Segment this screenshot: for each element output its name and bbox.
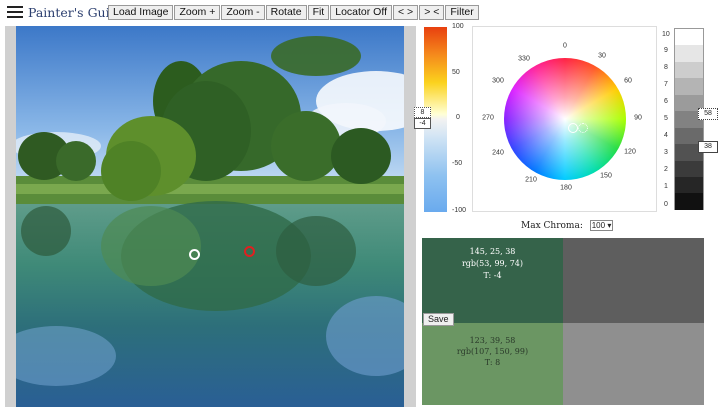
gray-marker-secondary[interactable]: 58: [698, 108, 718, 120]
primary-color-swatch: 145, 25, 38 rgb(53, 99, 74) T: -4: [422, 238, 563, 323]
hue-wheel[interactable]: [504, 58, 626, 180]
secondary-gray-swatch: [563, 323, 704, 405]
gray-scale-label: 1: [664, 183, 668, 190]
wheel-locator-primary[interactable]: [568, 123, 578, 133]
toolbar: Load Image Zoom + Zoom - Rotate Fit Loca…: [108, 5, 480, 20]
zoom-out-button[interactable]: Zoom -: [221, 5, 265, 20]
gray-scale-label: 8: [664, 64, 668, 71]
hue-angle-label: 150: [600, 172, 612, 180]
hue-angle-label: 0: [563, 42, 567, 50]
wheel-locator-secondary[interactable]: [578, 123, 588, 133]
filter-button[interactable]: Filter: [445, 5, 479, 20]
gray-scale-label: 10: [662, 31, 670, 38]
hue-angle-label: 90: [634, 114, 642, 122]
rotate-button[interactable]: Rotate: [265, 5, 307, 20]
secondary-tone-value: T: 8: [484, 358, 501, 367]
locator-marker-primary[interactable]: [189, 249, 200, 260]
expand-button[interactable]: < >: [393, 5, 419, 20]
locator-marker-secondary[interactable]: [244, 246, 255, 257]
menu-icon[interactable]: [7, 6, 23, 19]
landscape-image: [16, 26, 404, 407]
top-bar: Painter's Guide Load Image Zoom + Zoom -…: [0, 0, 727, 26]
gray-scale-label: 6: [664, 98, 668, 105]
hue-angle-label: 180: [560, 184, 572, 192]
hue-angle-label: 30: [598, 52, 606, 60]
hue-angle-label: 60: [624, 77, 632, 85]
primary-hct-value: 145, 25, 38: [469, 247, 516, 256]
gray-scale-label: 0: [664, 201, 668, 208]
max-chroma-value: 100: [591, 221, 606, 230]
value-bar-label: -50: [452, 160, 463, 167]
hue-angle-label: 300: [492, 77, 504, 85]
gray-scale-label: 3: [664, 149, 668, 156]
gray-scale-label: 2: [664, 166, 668, 173]
value-bar-label: 50: [452, 69, 460, 76]
gray-scale-label: 7: [664, 81, 668, 88]
hue-angle-label: 120: [624, 148, 636, 156]
secondary-hct-value: 123, 39, 58: [469, 336, 516, 345]
value-bar-label: 100: [452, 23, 464, 30]
primary-rgb-value: rgb(53, 99, 74): [461, 259, 524, 268]
max-chroma-label: Max Chroma:: [521, 221, 583, 231]
max-chroma-select[interactable]: 100 ▾: [589, 220, 614, 231]
pond-photo[interactable]: [16, 26, 404, 407]
hue-angle-label: 210: [525, 176, 537, 184]
gray-scale-label: 4: [664, 132, 668, 139]
fit-button[interactable]: Fit: [307, 5, 330, 20]
value-bar-label: -100: [452, 207, 467, 214]
secondary-rgb-value: rgb(107, 150, 99): [456, 347, 529, 356]
hue-angle-label: 240: [492, 149, 504, 157]
value-marker-secondary[interactable]: 8: [414, 107, 431, 118]
gray-marker-primary[interactable]: 38: [698, 141, 718, 153]
max-chroma-row: Max Chroma: 100 ▾: [521, 220, 614, 231]
contract-button[interactable]: > <: [419, 5, 445, 20]
save-button[interactable]: Save: [423, 313, 454, 326]
gray-scale-label: 5: [664, 115, 668, 122]
primary-tone-value: T: -4: [483, 271, 502, 280]
load-image-button[interactable]: Load Image: [108, 5, 174, 20]
value-marker-primary[interactable]: -4: [414, 118, 431, 129]
value-bar-label: 0: [456, 114, 460, 121]
gray-scale-label: 9: [664, 47, 668, 54]
hue-wheel-panel: 0 30 60 90 120 150 180 210 240 270 300 3…: [472, 26, 657, 212]
hue-angle-label: 270: [482, 114, 494, 122]
hue-angle-label: 330: [518, 55, 530, 63]
secondary-color-swatch: 123, 39, 58 rgb(107, 150, 99) T: 8: [422, 323, 563, 405]
locator-toggle-button[interactable]: Locator Off: [330, 5, 392, 20]
zoom-in-button[interactable]: Zoom +: [174, 5, 221, 20]
primary-gray-swatch: [563, 238, 704, 323]
